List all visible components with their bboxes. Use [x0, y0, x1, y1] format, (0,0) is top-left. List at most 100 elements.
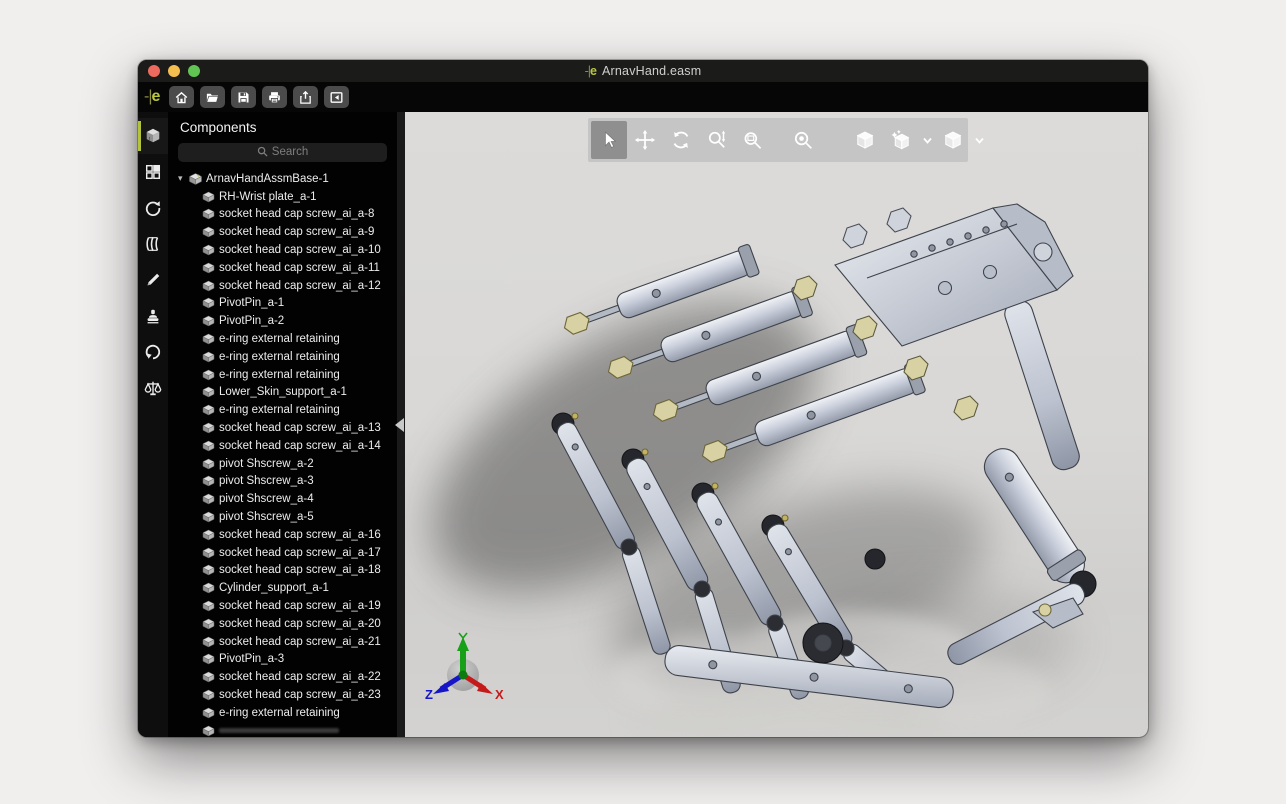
rotate-tool-button[interactable]: [663, 121, 699, 159]
tree-item[interactable]: pivot Shscrew_a-4: [168, 490, 397, 508]
tree-item[interactable]: socket head cap screw_ai_a-21: [168, 633, 397, 651]
part-icon: [202, 209, 215, 220]
tree-item[interactable]: socket head cap screw_ai_a-9: [168, 223, 397, 241]
minimize-window-button[interactable]: [168, 65, 180, 77]
3d-viewport[interactable]: Z X: [405, 112, 1148, 737]
save-button[interactable]: [231, 86, 257, 108]
part-icon: [202, 244, 215, 256]
sidebar-item-markup[interactable]: [138, 262, 168, 298]
robotic-hand-model: [432, 203, 1097, 737]
home-button[interactable]: [169, 86, 195, 108]
z-axis-label: Z: [425, 687, 433, 702]
home-icon: [174, 90, 189, 105]
tree-item[interactable]: socket head cap screw_ai_a-14: [168, 437, 397, 455]
open-folder-button[interactable]: [200, 86, 226, 108]
tree-item[interactable]: pivot Shscrew_a-3: [168, 473, 397, 491]
part-icon: [202, 725, 215, 737]
sidebar-item-reset-view[interactable]: [138, 334, 168, 370]
save-icon: [236, 90, 251, 105]
tree-item-label: pivot Shscrew_a-5: [219, 511, 314, 524]
zoom-window-button[interactable]: [188, 65, 200, 77]
part-icon: [202, 262, 215, 274]
tree-item[interactable]: socket head cap screw_ai_a-18: [168, 562, 397, 580]
tree-item[interactable]: socket head cap screw_ai_a-20: [168, 615, 397, 633]
sidebar-item-section[interactable]: [138, 226, 168, 262]
tree-item[interactable]: PivotPin_a-2: [168, 312, 397, 330]
tree-item-label: socket head cap screw_ai_a-8: [219, 208, 375, 221]
zoom-area-tool-button[interactable]: [735, 121, 771, 159]
tree-item[interactable]: Cylinder_support_a-1: [168, 579, 397, 597]
section-icon: [144, 235, 162, 253]
tree-item-label: e-ring external retaining: [219, 333, 340, 346]
sidebar-item-stamp[interactable]: [138, 298, 168, 334]
tree-item[interactable]: socket head cap screw_ai_a-22: [168, 668, 397, 686]
tree-item[interactable]: e-ring external retaining: [168, 330, 397, 348]
tree-item[interactable]: e-ring external retaining: [168, 704, 397, 722]
tree-item-label: pivot Shscrew_a-3: [219, 475, 314, 488]
part-icon: [202, 618, 215, 630]
tree-item-label: ArnavHandAssmBase-1: [206, 172, 329, 185]
tree-item-label: e-ring external retaining: [219, 350, 340, 363]
pan-tool-button[interactable]: [627, 121, 663, 159]
window-controls: [148, 60, 200, 82]
tree-item-label: socket head cap screw_ai_a-12: [219, 279, 381, 292]
chevron-down-icon[interactable]: [971, 121, 987, 159]
search-input[interactable]: [178, 142, 387, 162]
components-icon: [144, 127, 162, 145]
tree-item[interactable]: socket head cap screw_ai_a-16: [168, 526, 397, 544]
part-icon: [202, 565, 215, 576]
sidebar-item-measure[interactable]: [138, 370, 168, 406]
disclosure-triangle-icon[interactable]: ▾: [178, 173, 189, 184]
sidebar-item-layouts[interactable]: [138, 154, 168, 190]
tree-item[interactable]: socket head cap screw_ai_a-17: [168, 544, 397, 562]
tree-item-label: pivot Shscrew_a-2: [219, 457, 314, 470]
select-tool-button[interactable]: [591, 121, 627, 159]
view-orientation-tool-button[interactable]: [847, 121, 883, 159]
share-button[interactable]: [293, 86, 319, 108]
part-icon: [202, 547, 215, 559]
tree-item[interactable]: RH-Wrist plate_a-1: [168, 188, 397, 206]
print-icon: [267, 90, 282, 105]
tree-item[interactable]: socket head cap screw_ai_a-12: [168, 277, 397, 295]
tree-item[interactable]: pivot Shscrew_a-5: [168, 508, 397, 526]
toggle-panel-button[interactable]: [324, 86, 350, 108]
sidebar-item-components[interactable]: [138, 118, 168, 154]
tree-item[interactable]: e-ring external retaining: [168, 348, 397, 366]
zoom-fit-tool-button[interactable]: [785, 121, 821, 159]
close-window-button[interactable]: [148, 65, 160, 77]
sidebar-item-animate[interactable]: [138, 190, 168, 226]
tree-item-label: socket head cap screw_ai_a-21: [219, 635, 381, 648]
tree-item-label: socket head cap screw_ai_a-20: [219, 617, 381, 630]
part-icon: [202, 529, 215, 541]
tree-item[interactable]: socket head cap screw_ai_a-13: [168, 419, 397, 437]
zoom-in-out-tool-button[interactable]: [699, 121, 735, 159]
tree-item[interactable]: socket head cap screw_ai_a-10: [168, 241, 397, 259]
render-style-tool-button[interactable]: [883, 121, 919, 159]
tree-item-label: socket head cap screw_ai_a-22: [219, 671, 381, 684]
tree-item[interactable]: Lower_Skin_support_a-1: [168, 384, 397, 402]
tree-item[interactable]: socket head cap screw_ai_a-8: [168, 206, 397, 224]
app-toolbar: -|e: [138, 82, 1148, 112]
tree-item-label: e-ring external retaining: [219, 706, 340, 719]
tree-item[interactable]: e-ring external retaining: [168, 401, 397, 419]
tree-root-item[interactable]: ▾ ArnavHandAssmBase-1: [168, 170, 397, 188]
toggle-panel-icon: [329, 90, 344, 105]
tree-item[interactable]: socket head cap screw_ai_a-23: [168, 686, 397, 704]
tree-item[interactable]: socket head cap screw_ai_a-19: [168, 597, 397, 615]
part-icon: [202, 298, 215, 309]
chevron-down-icon[interactable]: [919, 121, 935, 159]
stamp-icon: [144, 307, 162, 325]
tree-item[interactable]: socket head cap screw_ai_a-11: [168, 259, 397, 277]
collapse-panel-arrow[interactable]: [395, 418, 404, 432]
panel-divider: [395, 112, 405, 737]
part-icon: [202, 689, 215, 701]
tree-item[interactable]: e-ring external retaining: [168, 366, 397, 384]
print-button[interactable]: [262, 86, 288, 108]
part-icon: [202, 636, 215, 648]
tree-item[interactable]: pivot Shscrew_a-2: [168, 455, 397, 473]
tree-item-label: Cylinder_support_a-1: [219, 582, 329, 595]
display-mode-tool-button[interactable]: [935, 121, 971, 159]
markup-icon: [144, 271, 162, 289]
tree-item[interactable]: PivotPin_a-1: [168, 295, 397, 313]
tree-item[interactable]: PivotPin_a-3: [168, 651, 397, 669]
